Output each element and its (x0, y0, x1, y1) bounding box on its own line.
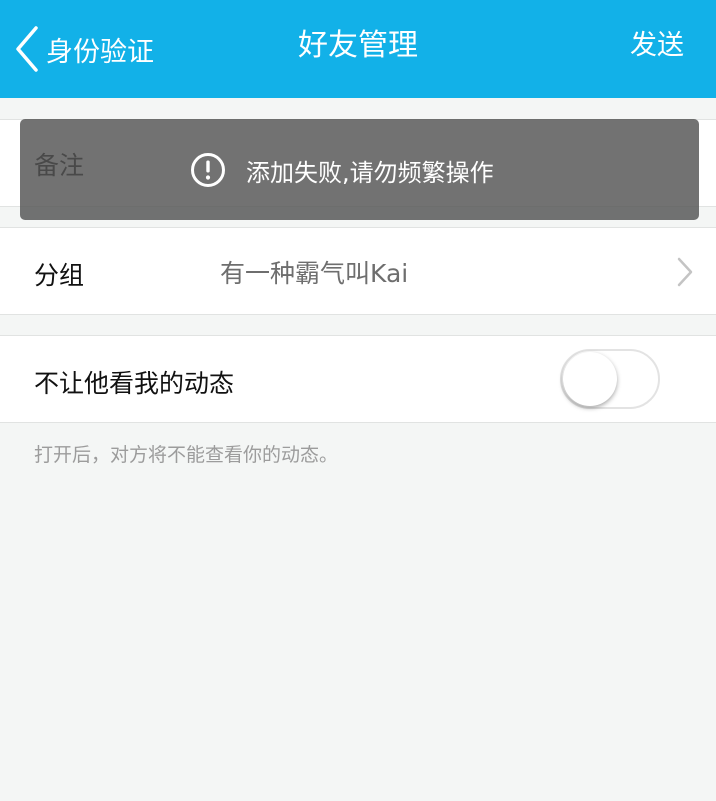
toggle-knob (563, 352, 617, 406)
chevron-right-icon (676, 256, 694, 292)
hide-moments-label: 不让他看我的动态 (34, 369, 235, 398)
nav-bar: 身份验证 好友管理 发送 (0, 0, 716, 98)
group-row[interactable]: 分组 有一种霸气叫Kai (0, 227, 716, 315)
hide-moments-hint: 打开后，对方将不能查看你的动态。 (34, 444, 339, 466)
hide-moments-toggle[interactable] (560, 349, 660, 409)
hide-moments-row: 不让他看我的动态 (0, 335, 716, 423)
error-toast: 添加失败,请勿频繁操作 (20, 119, 699, 220)
toast-message: 添加失败,请勿频繁操作 (246, 159, 494, 187)
group-value: 有一种霸气叫Kai (220, 259, 409, 288)
back-button[interactable]: 身份验证 (14, 22, 154, 76)
group-label: 分组 (34, 261, 85, 290)
back-button-label: 身份验证 (46, 36, 154, 68)
exclamation-circle-icon (190, 152, 226, 192)
chevron-left-icon (14, 25, 40, 73)
send-button[interactable]: 发送 (630, 24, 684, 68)
